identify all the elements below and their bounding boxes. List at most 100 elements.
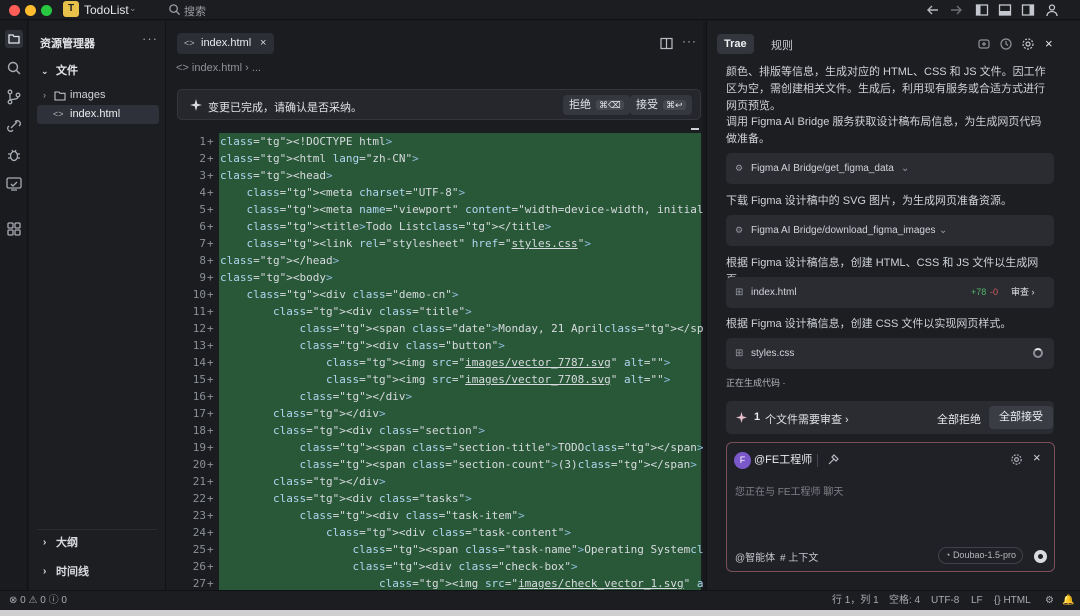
context-chip[interactable]: # 上下文 — [780, 549, 818, 564]
close-panel-icon[interactable]: × — [1045, 36, 1053, 51]
tree-item-index-html[interactable]: <> index.html — [37, 105, 159, 124]
tools-icon[interactable] — [827, 453, 840, 466]
code-line[interactable]: 18 + class="tg"><div class="section"> — [166, 422, 703, 439]
code-line[interactable]: 10 + class="tg"><div class="demo-cn"> — [166, 286, 703, 303]
settings-gear-icon[interactable] — [1021, 37, 1035, 51]
chat-input-box[interactable]: F @FE工程师 × 您正在与 FE工程师 聊天 @智能体 # 上下文 ◔ Dou… — [726, 442, 1055, 572]
model-selector[interactable]: ◔ Doubao-1.5-pro — [938, 547, 1023, 564]
accept-button[interactable]: 接受 ⌘↩ — [630, 95, 692, 115]
line-number: 12 — [192, 322, 206, 335]
extensions-icon[interactable] — [5, 220, 23, 238]
code-line[interactable]: 2 + class="tg"><html lang="zh-CN"> — [166, 150, 703, 167]
search-input[interactable]: 搜索 — [184, 3, 206, 19]
toggle-panel-icon[interactable] — [998, 3, 1012, 17]
tab-index-html[interactable]: <> index.html × — [177, 33, 274, 54]
code-line[interactable]: 22 + class="tg"><div class="tasks"> — [166, 490, 703, 507]
window-minimize-button[interactable] — [25, 5, 36, 16]
code-line[interactable]: 15 + class="tg"><img src="images/vector_7… — [166, 371, 703, 388]
indentation[interactable]: 空格: 4 — [889, 591, 920, 610]
toggle-right-panel-icon[interactable] — [1021, 3, 1035, 17]
tab-trae[interactable]: Trae — [717, 34, 754, 54]
code-line[interactable]: 1 + class="tg"><!DOCTYPE html> — [166, 133, 703, 150]
remote-icon[interactable] — [5, 117, 23, 135]
cursor-position[interactable]: 行 1，列 1 — [832, 591, 879, 610]
search-icon[interactable] — [168, 3, 181, 16]
reject-all-button[interactable]: 全部拒绝 — [937, 411, 981, 427]
send-button[interactable] — [1034, 550, 1047, 563]
review-link[interactable]: 审查 › — [1011, 277, 1035, 308]
back-arrow-icon[interactable] — [926, 3, 940, 17]
timeline-section-header[interactable]: › 时间线 — [37, 562, 159, 582]
code-line[interactable]: 26 + class="tg"><div class="check-box"> — [166, 558, 703, 575]
breadcrumb[interactable]: <> index.html › ... — [176, 62, 261, 74]
code-editor[interactable]: 1 + class="tg"><!DOCTYPE html> 2 + class="tg"… — [166, 133, 703, 590]
agent-settings-gear-icon[interactable] — [1010, 453, 1023, 466]
files-section-header[interactable]: ⌄ 文件 — [37, 62, 159, 81]
code-text: class="tg"><body> — [220, 271, 333, 284]
window-close-button[interactable] — [9, 5, 20, 16]
code-line[interactable]: 21 + class="tg"></div> — [166, 473, 703, 490]
code-line[interactable]: 11 + class="tg"><div class="title"> — [166, 303, 703, 320]
bell-icon[interactable]: 🔔 — [1062, 591, 1074, 610]
source-control-icon[interactable] — [5, 88, 23, 106]
code-line[interactable]: 14 + class="tg"><img src="images/vector_7… — [166, 354, 703, 371]
project-title[interactable]: TodoList — [84, 3, 129, 17]
code-line[interactable]: 19 + class="tg"><span class="section-titl… — [166, 439, 703, 456]
tool-call-get-figma-data[interactable]: ⚙ Figma AI Bridge/get_figma_data ⌄ — [726, 153, 1054, 184]
added-line-marker: + — [207, 407, 214, 420]
outline-section-header[interactable]: › 大纲 — [37, 533, 159, 553]
search-icon[interactable] — [5, 59, 23, 77]
code-line[interactable]: 17 + class="tg"></div> — [166, 405, 703, 422]
line-number: 23 — [192, 509, 206, 522]
code-line[interactable]: 4 + class="tg"><meta charset="UTF-8"> — [166, 184, 703, 201]
project-badge[interactable]: T — [63, 1, 79, 17]
reject-button[interactable]: 拒绝 ⌘⌫ — [563, 95, 630, 115]
history-icon[interactable] — [999, 37, 1013, 51]
code-line[interactable]: 24 + class="tg"><div class="task-content"… — [166, 524, 703, 541]
close-icon[interactable]: × — [260, 33, 266, 54]
code-line[interactable]: 9 + class="tg"><body> — [166, 269, 703, 286]
account-icon[interactable] — [1045, 3, 1059, 17]
file-change-index-html[interactable]: ⊞ index.html +78 -0 审查 › — [726, 277, 1054, 308]
more-actions-icon[interactable]: ··· — [142, 31, 158, 46]
encoding[interactable]: UTF-8 — [931, 591, 959, 610]
code-text: class="tg"><img src="images/check_vector… — [378, 577, 703, 590]
code-line[interactable]: 16 + class="tg"></div> — [166, 388, 703, 405]
tab-rules[interactable]: 规则 — [771, 37, 793, 53]
agent-selector[interactable]: F @FE工程师 — [734, 450, 812, 470]
preview-icon[interactable] — [5, 175, 23, 193]
code-line[interactable]: 5 + class="tg"><meta name="viewport" cont… — [166, 201, 703, 218]
agent-mention-chip[interactable]: @智能体 — [735, 549, 775, 564]
code-line[interactable]: 27 + class="tg"><img src="images/check_ve… — [166, 575, 703, 590]
code-line[interactable]: 13 + class="tg"><div class="button"> — [166, 337, 703, 354]
chevron-down-icon[interactable]: ⌄ — [129, 3, 137, 14]
code-line[interactable]: 23 + class="tg"><div class="task-item"> — [166, 507, 703, 524]
debug-icon[interactable] — [5, 146, 23, 164]
code-line[interactable]: 20 + class="tg"><span class="section-coun… — [166, 456, 703, 473]
problems-indicator[interactable]: ⊗ 0 ⚠ 0 ⓘ 0 — [9, 591, 67, 610]
explorer-icon[interactable] — [5, 30, 23, 48]
accept-all-button[interactable]: 全部接受 — [989, 406, 1053, 429]
more-actions-icon[interactable]: ··· — [682, 34, 697, 48]
code-line[interactable]: 12 + class="tg"><span class="date">Monday… — [166, 320, 703, 337]
new-chat-icon[interactable] — [977, 37, 991, 51]
close-agent-icon[interactable]: × — [1033, 450, 1041, 465]
code-line[interactable]: 6 + class="tg"><title>Todo Listclass="tg"… — [166, 218, 703, 235]
notifications-icon[interactable]: ⚙ — [1045, 591, 1054, 610]
language-mode[interactable]: {} HTML — [994, 591, 1031, 610]
chat-input[interactable]: 您正在与 FE工程师 聊天 — [735, 483, 843, 498]
review-count: 1 — [754, 411, 761, 423]
code-line[interactable]: 7 + class="tg"><link rel="stylesheet" hre… — [166, 235, 703, 252]
tree-item-images[interactable]: › images — [37, 86, 159, 105]
line-ending[interactable]: LF — [971, 591, 983, 610]
code-line[interactable]: 3 + class="tg"><head> — [166, 167, 703, 184]
toggle-sidebar-icon[interactable] — [975, 3, 989, 17]
split-editor-icon[interactable] — [660, 37, 673, 50]
window-zoom-button[interactable] — [41, 5, 52, 16]
forward-arrow-icon[interactable] — [949, 3, 963, 17]
tool-call-download-figma-images[interactable]: ⚙ Figma AI Bridge/download_figma_images … — [726, 215, 1054, 246]
code-line[interactable]: 8 + class="tg"></head> — [166, 252, 703, 269]
file-change-styles-css[interactable]: ⊞ styles.css — [726, 338, 1054, 369]
code-line[interactable]: 25 + class="tg"><span class="task-name">O… — [166, 541, 703, 558]
review-text[interactable]: 个文件需要审查 › — [765, 411, 849, 427]
